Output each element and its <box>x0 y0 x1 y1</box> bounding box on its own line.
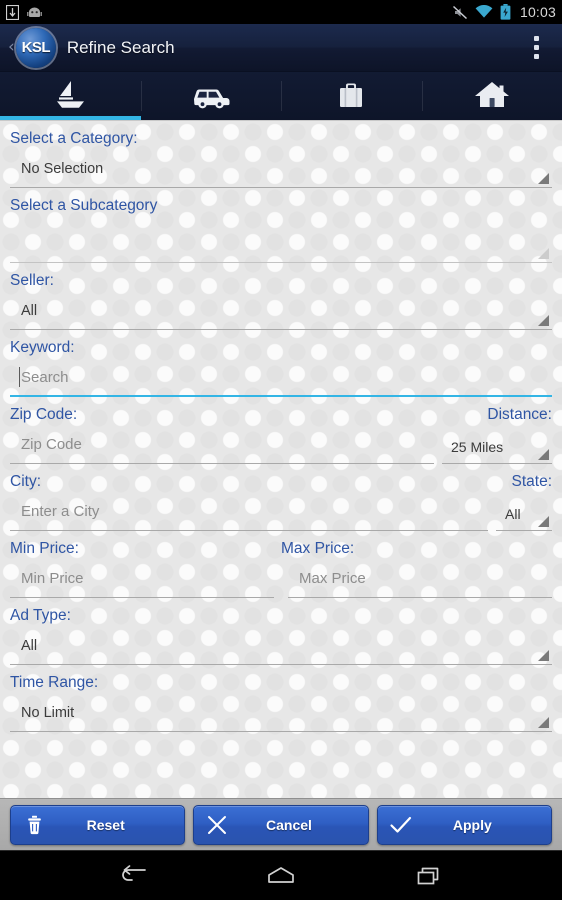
overflow-dot <box>533 45 539 50</box>
car-icon <box>193 89 230 108</box>
tab-jobs[interactable] <box>281 72 422 120</box>
house-icon <box>474 81 509 107</box>
label-max-price: Max Price: <box>281 540 355 557</box>
category-tab-bar <box>0 72 562 121</box>
spinner-seller[interactable]: All <box>10 292 552 330</box>
row-city-state: Enter a City All <box>10 493 552 531</box>
spinner-category[interactable]: No Selection <box>10 150 552 188</box>
spinner-category-value: No Selection <box>21 160 104 177</box>
input-min-price-placeholder: Min Price <box>21 570 84 587</box>
reset-button[interactable]: Reset <box>10 804 186 845</box>
battery-charging-icon <box>500 4 511 20</box>
input-zip-code-placeholder: Zip Code <box>21 436 82 453</box>
trash-icon <box>21 815 47 835</box>
label-category: Select a Category: <box>10 130 138 147</box>
back-icon <box>122 864 146 881</box>
back-chevron-icon[interactable]: ‹ <box>4 39 16 56</box>
spinner-time-range[interactable]: No Limit <box>10 694 552 732</box>
tab-homes[interactable] <box>421 72 562 120</box>
tab-boats[interactable] <box>0 72 141 120</box>
spinner-state[interactable]: All <box>496 497 552 531</box>
home-icon <box>268 866 294 883</box>
input-zip-code[interactable]: Zip Code <box>10 426 434 464</box>
status-bar-left-icons <box>6 4 43 20</box>
row-zip-distance: Zip Code 25 Miles <box>10 426 552 464</box>
app-root: 10:03 ‹ KSL Refine Search Select a Categ… <box>0 0 562 900</box>
label-seller: Seller: <box>10 272 54 289</box>
label-city: City: <box>10 473 41 490</box>
silent-mode-icon <box>452 5 467 19</box>
nav-recents-button[interactable] <box>401 856 457 896</box>
spinner-subcategory[interactable] <box>10 217 552 263</box>
label-distance: Distance: <box>487 406 552 423</box>
overflow-dot <box>533 54 539 59</box>
label-min-price: Min Price: <box>10 540 79 557</box>
sailboat-icon <box>57 80 85 108</box>
label-time-range: Time Range: <box>10 674 99 691</box>
nav-home-button[interactable] <box>253 856 309 896</box>
label-row-prices: Min Price: Max Price: <box>10 531 552 560</box>
input-city[interactable]: Enter a City <box>10 493 488 531</box>
input-city-placeholder: Enter a City <box>21 503 100 520</box>
label-row-city-state: City: State: <box>10 464 552 493</box>
input-max-price[interactable]: Max Price <box>288 560 552 598</box>
close-x-icon <box>204 814 230 836</box>
android-navigation-bar <box>0 850 562 900</box>
nav-back-button[interactable] <box>105 856 161 896</box>
input-min-price[interactable]: Min Price <box>10 560 274 598</box>
ksl-logo-text: KSL <box>21 39 51 56</box>
input-max-price-placeholder: Max Price <box>299 570 366 587</box>
spinner-time-range-value: No Limit <box>21 704 75 721</box>
label-subcategory: Select a Subcategory <box>10 197 158 214</box>
wifi-icon <box>475 5 493 18</box>
spinner-ad-type[interactable]: All <box>10 627 552 665</box>
apply-button[interactable]: Apply <box>376 804 552 845</box>
status-bar-right-icons: 10:03 <box>452 4 556 20</box>
label-row-zip-distance: Zip Code: Distance: <box>10 397 552 426</box>
spinner-state-value: All <box>505 505 521 522</box>
spinner-distance[interactable]: 25 Miles <box>442 430 552 464</box>
spinner-ad-type-value: All <box>21 637 38 654</box>
status-bar-clock: 10:03 <box>519 4 556 20</box>
android-status-bar: 10:03 <box>0 0 562 24</box>
overflow-menu-icon[interactable] <box>521 24 551 71</box>
row-prices: Min Price Max Price <box>10 560 552 598</box>
overflow-dot <box>533 36 539 41</box>
briefcase-icon <box>340 83 363 107</box>
input-keyword-placeholder: Search <box>21 368 69 386</box>
apply-button-label: Apply <box>452 816 492 833</box>
spinner-distance-value: 25 Miles <box>451 438 504 455</box>
action-bar: ‹ KSL Refine Search <box>0 24 562 72</box>
label-zip-code: Zip Code: <box>10 406 78 423</box>
page-title: Refine Search <box>66 37 175 57</box>
cancel-button[interactable]: Cancel <box>193 804 369 845</box>
reset-button-label: Reset <box>86 816 125 833</box>
action-button-bar: Reset Cancel Apply <box>0 798 562 850</box>
tab-cars[interactable] <box>140 72 282 120</box>
sd-card-icon <box>6 4 19 20</box>
android-robot-icon <box>27 7 42 17</box>
cancel-button-label: Cancel <box>266 816 312 833</box>
checkmark-icon <box>388 814 414 836</box>
label-ad-type: Ad Type: <box>10 607 71 624</box>
recents-icon <box>417 867 439 884</box>
label-keyword: Keyword: <box>10 339 75 356</box>
ksl-logo[interactable]: KSL <box>15 27 56 68</box>
input-keyword[interactable]: Search <box>10 359 552 397</box>
label-state: State: <box>511 473 553 490</box>
spinner-seller-value: All <box>21 302 38 319</box>
refine-search-form: Select a Category: No Selection Select a… <box>0 121 562 798</box>
